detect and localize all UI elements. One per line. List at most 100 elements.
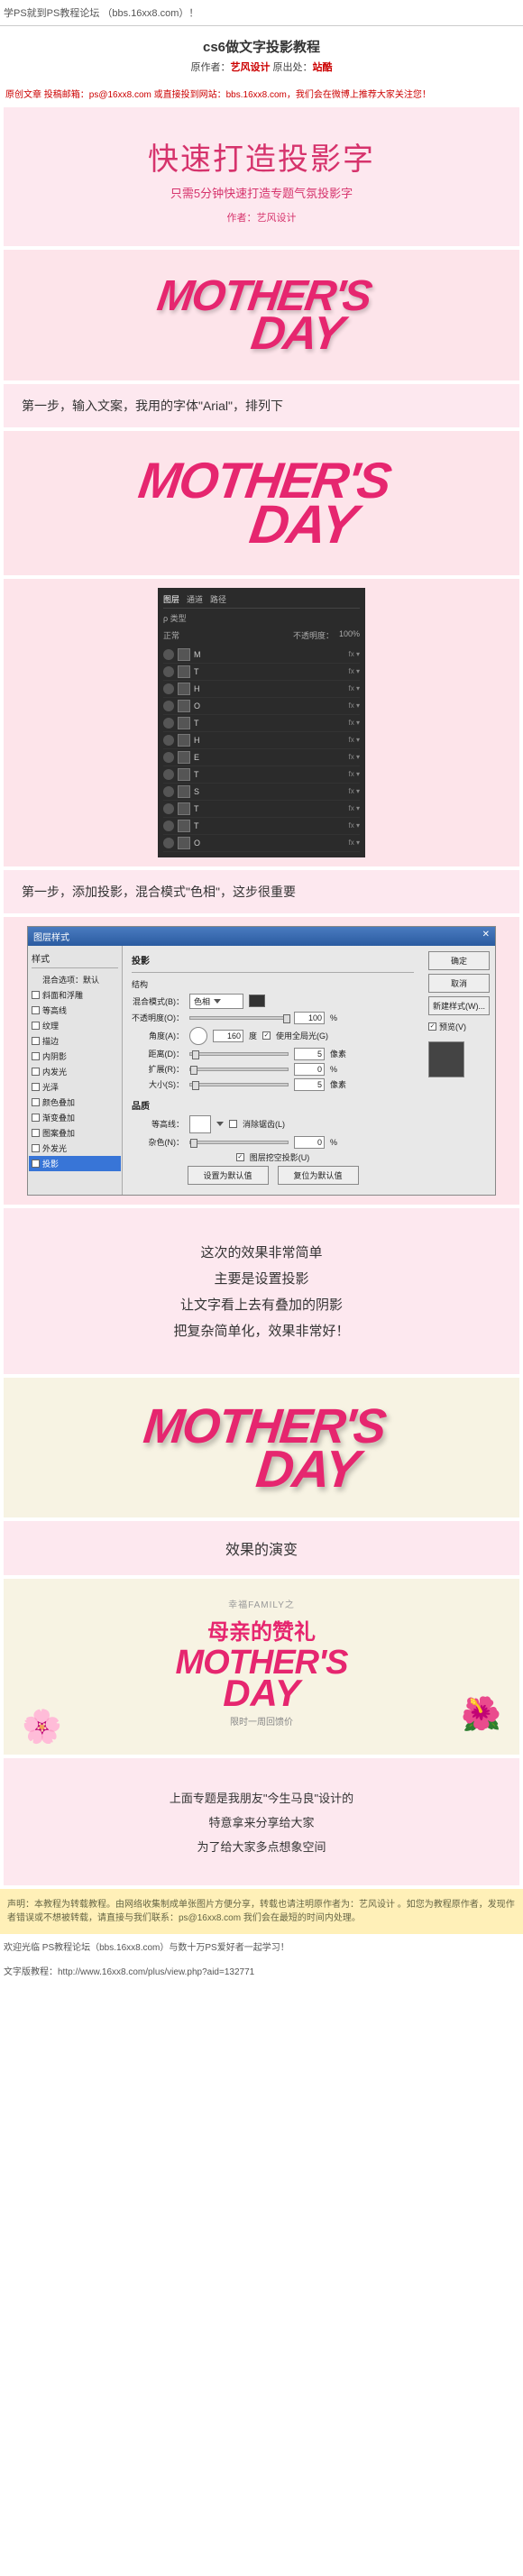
fx-option[interactable]: 描边	[32, 1033, 118, 1049]
fx-indicator[interactable]: fx ▾	[349, 787, 360, 795]
fx-opacity-slider[interactable]	[189, 1016, 289, 1020]
fx-indicator[interactable]: fx ▾	[349, 719, 360, 727]
eye-icon[interactable]	[163, 752, 174, 763]
fx-option[interactable]: ✓投影	[29, 1156, 121, 1171]
eye-icon[interactable]	[163, 838, 174, 848]
eye-icon[interactable]	[163, 769, 174, 780]
fx-option-checkbox[interactable]	[32, 1083, 40, 1091]
fx-option[interactable]: 外发光	[32, 1141, 118, 1156]
fx-option-checkbox[interactable]	[32, 1006, 40, 1014]
fx-option-checkbox[interactable]	[32, 1037, 40, 1045]
fx-size-label: 大小(S)：	[132, 1078, 184, 1090]
fx-antialias-checkbox[interactable]	[229, 1120, 237, 1128]
fx-spread-slider[interactable]	[189, 1068, 289, 1071]
fx-indicator[interactable]: fx ▾	[349, 650, 360, 658]
fx-option[interactable]: 混合选项：默认	[32, 972, 118, 987]
fx-size-value[interactable]: 5	[294, 1078, 325, 1091]
ps-blend-mode[interactable]: 正常	[163, 629, 179, 641]
fx-indicator[interactable]: fx ▾	[349, 770, 360, 778]
fx-option[interactable]: 渐变叠加	[32, 1110, 118, 1125]
fx-option[interactable]: 光泽	[32, 1079, 118, 1095]
fx-color-swatch[interactable]	[249, 995, 265, 1007]
ps-layer-row[interactable]: Hfx ▾	[163, 681, 360, 698]
fx-indicator[interactable]: fx ▾	[349, 701, 360, 710]
eye-icon[interactable]	[163, 701, 174, 711]
fx-option-checkbox[interactable]	[32, 1052, 40, 1060]
fx-make-default-button[interactable]: 设置为默认值	[188, 1166, 269, 1185]
bottom-line-2: 文字版教程：http://www.16xx8.com/plus/view.php…	[0, 1958, 523, 1983]
ps-layer-row[interactable]: Hfx ▾	[163, 732, 360, 749]
fx-spread-value[interactable]: 0	[294, 1063, 325, 1076]
fx-indicator[interactable]: fx ▾	[349, 839, 360, 847]
fx-option-label: 图案叠加	[42, 1127, 75, 1139]
fx-knockout-checkbox[interactable]: ✓	[236, 1153, 244, 1161]
fx-reset-default-button[interactable]: 复位为默认值	[278, 1166, 359, 1185]
fx-noise-value[interactable]: 0	[294, 1136, 325, 1149]
ps-layer-row[interactable]: Tfx ▾	[163, 664, 360, 681]
fx-global-light-checkbox[interactable]: ✓	[262, 1031, 271, 1040]
fx-option-checkbox[interactable]	[32, 1114, 40, 1122]
fx-option-checkbox[interactable]	[32, 1098, 40, 1106]
fx-ok-button[interactable]: 确定	[428, 951, 490, 970]
fx-distance-slider[interactable]	[189, 1052, 289, 1056]
fx-option[interactable]: 图案叠加	[32, 1125, 118, 1141]
eye-icon[interactable]	[163, 786, 174, 797]
fx-cancel-button[interactable]: 取消	[428, 974, 490, 993]
ps-opacity[interactable]: 100%	[339, 629, 360, 641]
fx-noise-slider[interactable]	[189, 1141, 289, 1144]
fx-indicator[interactable]: fx ▾	[349, 753, 360, 761]
fx-opacity-value[interactable]: 100	[294, 1012, 325, 1024]
ps-layer-row[interactable]: Efx ▾	[163, 749, 360, 766]
fx-option-checkbox[interactable]	[32, 1022, 40, 1030]
ps-layer-row[interactable]: Ofx ▾	[163, 835, 360, 852]
ps-layer-row[interactable]: Sfx ▾	[163, 784, 360, 801]
fx-distance-value[interactable]: 5	[294, 1048, 325, 1060]
eye-icon[interactable]	[163, 803, 174, 814]
fx-option[interactable]: 内发光	[32, 1064, 118, 1079]
fx-indicator[interactable]: fx ▾	[349, 684, 360, 692]
eye-icon[interactable]	[163, 820, 174, 831]
chevron-down-icon-2[interactable]	[216, 1122, 224, 1126]
eye-icon[interactable]	[163, 649, 174, 660]
eye-icon[interactable]	[163, 683, 174, 694]
photoshop-layers-panel: 图层 通道 路径 ρ 类型 正常 不透明度： 100% Mfx ▾Tfx ▾Hf…	[4, 579, 519, 866]
fx-angle-dial[interactable]	[189, 1027, 207, 1045]
fx-option[interactable]: 颜色叠加	[32, 1095, 118, 1110]
chevron-down-icon	[214, 999, 221, 1004]
ps-tab-channels[interactable]: 通道	[187, 593, 203, 605]
fx-option[interactable]: 斜面和浮雕	[32, 987, 118, 1003]
fx-indicator[interactable]: fx ▾	[349, 736, 360, 744]
fx-option-checkbox[interactable]: ✓	[32, 1160, 40, 1168]
fx-new-style-button[interactable]: 新建样式(W)...	[428, 996, 490, 1015]
fx-option-checkbox[interactable]	[32, 1068, 40, 1076]
fx-size-slider[interactable]	[189, 1083, 289, 1086]
ps-layer-row[interactable]: Tfx ▾	[163, 766, 360, 784]
fx-indicator[interactable]: fx ▾	[349, 667, 360, 675]
fx-option-checkbox[interactable]	[32, 1144, 40, 1152]
fx-option[interactable]: 内阴影	[32, 1049, 118, 1064]
fx-contour-picker[interactable]	[189, 1115, 211, 1133]
fx-option-checkbox[interactable]	[32, 991, 40, 999]
fx-blend-select[interactable]: 色相	[189, 994, 243, 1009]
fx-preview-checkbox[interactable]: ✓	[428, 1022, 436, 1031]
fx-option-checkbox[interactable]	[32, 1129, 40, 1137]
ps-layer-row[interactable]: Tfx ▾	[163, 715, 360, 732]
ps-tab-layers[interactable]: 图层	[163, 593, 179, 605]
fx-option[interactable]: 等高线	[32, 1003, 118, 1018]
fx-option[interactable]: 纹理	[32, 1018, 118, 1033]
eye-icon[interactable]	[163, 718, 174, 729]
eye-icon[interactable]	[163, 735, 174, 746]
fx-indicator[interactable]: fx ▾	[349, 821, 360, 830]
ps-layer-row[interactable]: Tfx ▾	[163, 801, 360, 818]
ps-layer-row[interactable]: Mfx ▾	[163, 646, 360, 664]
ps-tab-paths[interactable]: 路径	[210, 593, 226, 605]
ps-kind[interactable]: ρ 类型	[163, 612, 187, 624]
layer-thumb	[178, 700, 190, 712]
eye-icon[interactable]	[163, 666, 174, 677]
close-icon[interactable]: ✕	[482, 930, 490, 943]
ps-layer-row[interactable]: Tfx ▾	[163, 818, 360, 835]
ps-layer-row[interactable]: Ofx ▾	[163, 698, 360, 715]
fx-indicator[interactable]: fx ▾	[349, 804, 360, 812]
fx-px2: 像素	[330, 1078, 346, 1090]
fx-angle-value[interactable]: 160	[213, 1030, 243, 1042]
